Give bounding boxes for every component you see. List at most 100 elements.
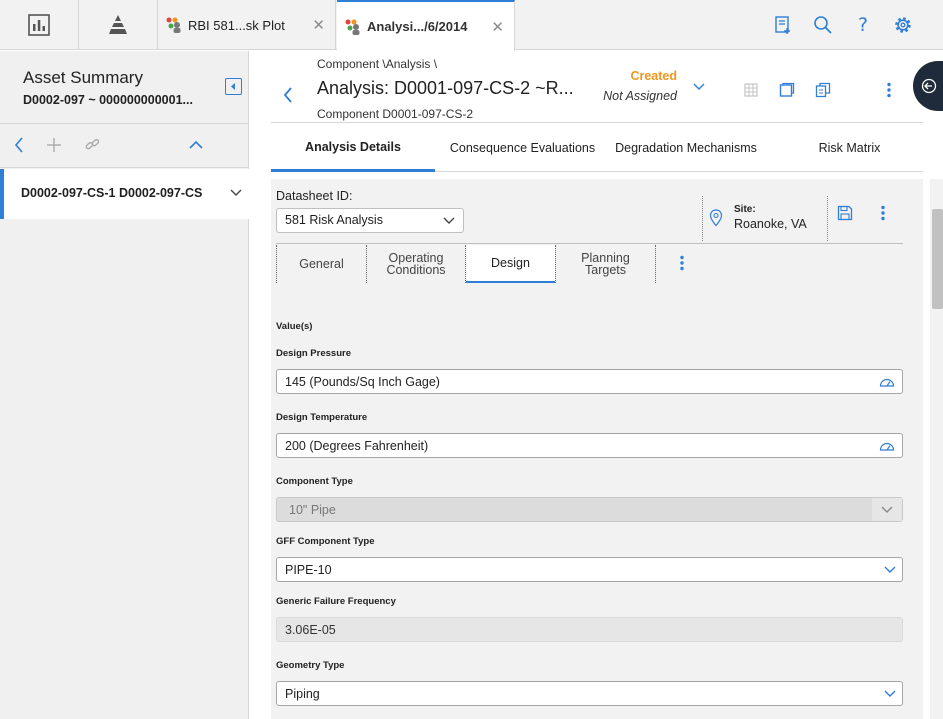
- tab-operating-conditions[interactable]: Operating Conditions: [366, 245, 465, 283]
- gauge-icon[interactable]: [879, 440, 895, 452]
- people-icon: [345, 19, 360, 35]
- chevron-up-icon[interactable]: [188, 136, 204, 154]
- divider: [271, 122, 923, 123]
- tab-label: General: [299, 257, 344, 271]
- close-icon[interactable]: ✕: [312, 16, 325, 34]
- collapse-panel-button[interactable]: [225, 78, 242, 95]
- tab-design[interactable]: Design: [465, 245, 555, 283]
- tab-consequence-evaluations[interactable]: Consequence Evaluations: [441, 124, 604, 172]
- chevron-down-icon[interactable]: [229, 187, 243, 199]
- more-vertical-icon[interactable]: [679, 255, 685, 271]
- assignee-text: Not Assigned: [603, 89, 677, 103]
- component-type-select: 10" Pipe: [276, 497, 903, 522]
- design-temperature-label: Design Temperature: [276, 412, 368, 423]
- generic-failure-frequency-label: Generic Failure Frequency: [276, 596, 396, 607]
- main-content: Component \Analysis \ Analysis: D0001-09…: [250, 51, 943, 719]
- datasheet-id-value: 581 Risk Analysis: [285, 213, 383, 227]
- pyramid-icon: [109, 15, 127, 34]
- tab-label: Targets: [585, 263, 626, 277]
- status-block: Created Not Assigned: [602, 69, 677, 103]
- grid-icon[interactable]: [744, 82, 758, 98]
- tab-rbi-plot[interactable]: RBI 581...sk Plot ✕: [158, 0, 336, 50]
- more-vertical-icon[interactable]: [880, 205, 886, 221]
- chevron-down-icon: [881, 506, 893, 513]
- asset-summary-panel: Asset Summary D0002-097 ~ 000000000001..…: [0, 51, 249, 719]
- window-icon[interactable]: [779, 82, 795, 98]
- main-tabs: Analysis Details Consequence Evaluations…: [271, 124, 923, 172]
- geometry-type-label: Geometry Type: [276, 660, 345, 671]
- top-bar: RBI 581...sk Plot ✕ Analysi.../6/2014 ✕ …: [0, 0, 943, 51]
- help-icon: ?: [858, 15, 868, 35]
- chevron-down-icon: [443, 217, 455, 224]
- svg-text:?: ?: [858, 15, 868, 35]
- save-icon[interactable]: [837, 205, 853, 221]
- datasheet-panel: Datasheet ID: 581 Risk Analysis Site: Ro…: [271, 179, 943, 719]
- document-add-icon: [775, 16, 790, 34]
- field-value: 3.06E-05: [285, 623, 336, 637]
- tab-label: Conditions: [386, 263, 446, 277]
- logout-icon: [921, 78, 937, 94]
- dashboard-button[interactable]: [0, 0, 79, 50]
- breadcrumb: Component \Analysis \: [317, 57, 438, 71]
- tab-degradation-mechanisms[interactable]: Degradation Mechanisms: [604, 124, 768, 172]
- geometry-type-select[interactable]: Piping: [276, 681, 903, 706]
- divider: [655, 245, 656, 283]
- add-report-button[interactable]: [763, 15, 803, 35]
- panel-title: Asset Summary: [23, 68, 143, 87]
- site-label: Site:: [734, 204, 756, 215]
- field-value: 200 (Degrees Fahrenheit): [285, 439, 429, 453]
- section-label: Value(s): [276, 321, 313, 332]
- chevron-down-icon: [884, 690, 896, 697]
- tab-analysis[interactable]: Analysi.../6/2014 ✕: [337, 0, 515, 51]
- tab-planning-targets[interactable]: Planning Targets: [555, 245, 655, 283]
- gauge-icon[interactable]: [879, 376, 895, 388]
- people-icon: [166, 17, 181, 33]
- help-button[interactable]: ?: [843, 15, 883, 35]
- site-info: Site: Roanoke, VA: [702, 196, 828, 241]
- field-value: PIPE-10: [285, 563, 332, 577]
- more-vertical-icon[interactable]: [886, 82, 892, 98]
- field-value: Piping: [285, 687, 320, 701]
- divider: [276, 243, 903, 244]
- datasheet-id-label: Datasheet ID:: [276, 189, 353, 203]
- field-value: 10" Pipe: [289, 503, 336, 517]
- design-pressure-field[interactable]: 145 (Pounds/Sq Inch Gage): [276, 369, 903, 394]
- back-arrow-icon[interactable]: [282, 86, 294, 104]
- chevron-down-icon: [884, 566, 896, 573]
- tab-general[interactable]: General: [276, 245, 366, 283]
- tab-analysis-details[interactable]: Analysis Details: [271, 124, 435, 172]
- dashboard-icon: [28, 14, 50, 36]
- datasheet-id-select[interactable]: 581 Risk Analysis: [276, 208, 464, 233]
- design-temperature-field[interactable]: 200 (Degrees Fahrenheit): [276, 433, 903, 458]
- copy-document-icon[interactable]: [815, 82, 831, 98]
- list-item[interactable]: D0002-097-CS-1 D0002-097-CS: [0, 169, 249, 219]
- field-value: 145 (Pounds/Sq Inch Gage): [285, 375, 440, 389]
- gff-component-type-select[interactable]: PIPE-10: [276, 557, 903, 582]
- search-icon: [814, 16, 832, 34]
- site-value: Roanoke, VA: [734, 217, 807, 231]
- settings-button[interactable]: [883, 15, 923, 35]
- gear-icon: [895, 17, 911, 33]
- back-arrow-icon[interactable]: [13, 136, 25, 154]
- location-pin-icon: [709, 209, 723, 227]
- panel-toolbar: [0, 124, 249, 168]
- scrollbar-thumb[interactable]: [932, 209, 943, 309]
- tab-risk-matrix[interactable]: Risk Matrix: [768, 124, 931, 172]
- tab-label: RBI 581...sk Plot: [188, 17, 285, 33]
- chevron-down-icon[interactable]: [692, 81, 706, 93]
- hierarchy-button[interactable]: [79, 0, 158, 50]
- close-icon[interactable]: ✕: [491, 18, 504, 36]
- status-badge: Created: [630, 69, 677, 83]
- component-type-label: Component Type: [276, 476, 353, 487]
- link-icon[interactable]: [84, 136, 102, 154]
- design-pressure-label: Design Pressure: [276, 348, 351, 359]
- page-subtitle: Component D0001-097-CS-2: [317, 107, 474, 121]
- gff-component-type-label: GFF Component Type: [276, 536, 375, 547]
- panel-subtitle: D0002-097 ~ 000000000001...: [23, 93, 193, 107]
- generic-failure-frequency-field: 3.06E-05: [276, 617, 903, 642]
- add-icon[interactable]: [46, 136, 62, 154]
- list-item-label: D0002-097-CS-1 D0002-097-CS: [21, 186, 203, 200]
- page-title: Analysis: D0001-097-CS-2 ~R...: [317, 78, 574, 98]
- search-button[interactable]: [803, 15, 843, 35]
- tab-label: Design: [491, 256, 530, 270]
